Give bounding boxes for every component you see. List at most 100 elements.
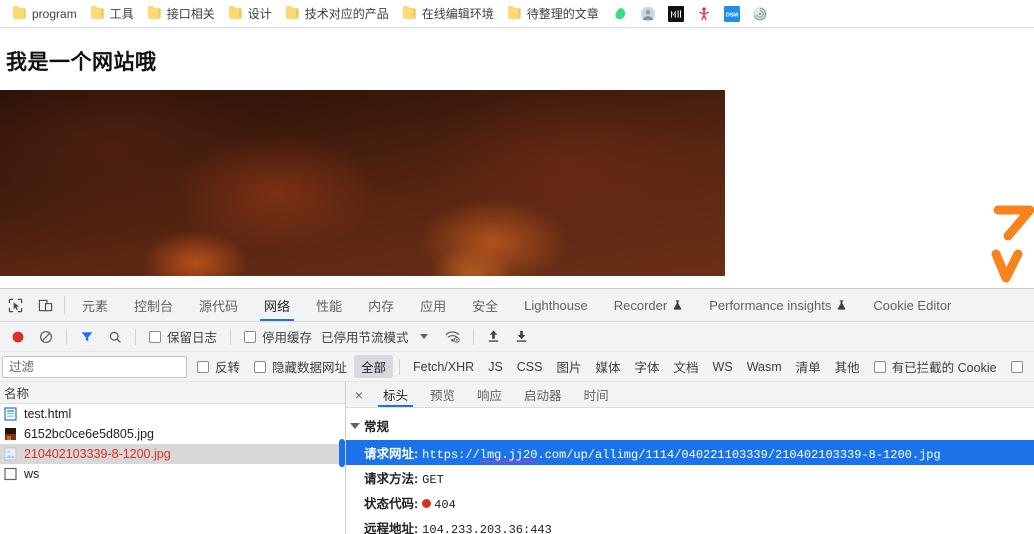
toolbar-divider (472, 328, 474, 345)
request-detail-pane: × 标头 预览 响应 启动器 时间 常规 请求网址: https://lmg.j… (346, 382, 1034, 534)
checkbox-label: 反转 (215, 361, 241, 375)
tab-performance-insights[interactable]: Performance insights (696, 289, 860, 321)
svg-text:DSM: DSM (726, 12, 738, 18)
field-key: 状态代码: (364, 497, 419, 511)
filter-type-css[interactable]: CSS (510, 358, 550, 376)
tab-sources[interactable]: 源代码 (186, 289, 251, 321)
request-name: 210402103339-8-1200.jpg (24, 447, 171, 461)
bookmark-folder-tech-products[interactable]: 技术对应的产品 (279, 2, 396, 25)
filter-type-all[interactable]: 全部 (354, 355, 394, 378)
chevron-down-icon[interactable] (419, 334, 428, 339)
tab-label: Performance insights (709, 297, 832, 313)
filter-type-other[interactable]: 其他 (828, 355, 867, 378)
preserve-log-checkbox[interactable]: 保留日志 (142, 327, 224, 346)
clear-icon (39, 330, 53, 343)
tab-security[interactable]: 安全 (459, 289, 511, 321)
medium-m-icon (667, 5, 684, 22)
headers-content: 常规 请求网址: https://lmg.jj20.com/up/allimg/… (346, 408, 1034, 534)
bookmark-shortcut-avatar[interactable] (634, 3, 662, 25)
tab-headers[interactable]: 标头 (372, 382, 419, 407)
tab-performance[interactable]: 性能 (303, 289, 355, 321)
bookmark-shortcut-spiral[interactable] (746, 3, 774, 25)
disable-cache-checkbox[interactable]: 停用缓存 (237, 327, 319, 346)
import-har-icon (488, 330, 499, 342)
table-row[interactable]: test.html (0, 404, 345, 424)
table-row[interactable]: 210402103339-8-1200.jpg (0, 444, 345, 464)
bookmark-shortcut-medium[interactable] (662, 3, 690, 25)
page-title: 我是一个网站哦 (6, 51, 157, 74)
tab-label: 性能 (316, 298, 343, 314)
folder-icon (402, 5, 416, 19)
record-button[interactable] (4, 325, 32, 349)
bookmark-folder-articles[interactable]: 待整理的文章 (501, 2, 606, 25)
dsm-icon: DSM (723, 5, 740, 22)
table-row[interactable]: ws (0, 464, 345, 484)
table-row[interactable]: 6152bc0ce6e5d805.jpg (0, 424, 345, 444)
bookmark-folder-online-editors[interactable]: 在线编辑环境 (396, 2, 501, 25)
bookmark-label: 设计 (247, 7, 272, 21)
hide-data-urls-checkbox[interactable]: 隐藏数据网址 (247, 357, 354, 376)
filter-type-manifest[interactable]: 清单 (789, 355, 828, 378)
document-file-icon (4, 407, 17, 421)
checkbox-label: 保留日志 (167, 331, 218, 345)
field-request-method: 请求方法: GET (346, 465, 1034, 490)
filter-type-js[interactable]: JS (481, 358, 510, 376)
filter-toggle-button[interactable] (73, 325, 101, 349)
bookmark-shortcut-red-figure[interactable] (690, 3, 718, 25)
export-har-button[interactable] (508, 325, 536, 349)
tab-timing[interactable]: 时间 (573, 382, 620, 407)
tab-memory[interactable]: 内存 (355, 289, 407, 321)
filter-type-doc[interactable]: 文档 (667, 355, 706, 378)
filter-icon (81, 331, 93, 341)
tab-application[interactable]: 应用 (407, 289, 459, 321)
network-conditions-button[interactable] (439, 325, 467, 349)
search-button[interactable] (101, 325, 129, 349)
checkbox-label: 停用缓存 (262, 331, 313, 345)
close-detail-button[interactable]: × (346, 382, 372, 407)
blocked-cookies-checkbox[interactable]: 有已拦截的 Cookie (867, 357, 1004, 376)
tab-recorder[interactable]: Recorder (601, 289, 696, 321)
filter-type-img[interactable]: 图片 (549, 355, 588, 378)
experiment-flask-icon (838, 300, 846, 310)
field-request-url[interactable]: 请求网址: https://lmg.jj20.com/up/allimg/111… (346, 440, 1034, 465)
network-conditions-icon (445, 331, 460, 343)
hero-image-container (0, 90, 725, 276)
throttling-label[interactable]: 已停用节流模式 (319, 327, 409, 346)
tab-network[interactable]: 网络 (251, 289, 303, 321)
invert-filter-checkbox[interactable]: 反转 (190, 357, 247, 376)
tab-initiator[interactable]: 启动器 (513, 382, 573, 407)
tab-label: 控制台 (134, 298, 174, 314)
tab-response[interactable]: 响应 (466, 382, 513, 407)
web-page-content: 我是一个网站哦 (0, 28, 1034, 288)
devtools-tabbar: 元素 控制台 源代码 网络 性能 内存 应用 安全 Lighthouse Rec… (0, 289, 1034, 322)
filter-type-media[interactable]: 媒体 (589, 355, 628, 378)
bookmark-folder-design[interactable]: 设计 (222, 2, 279, 25)
general-section-header[interactable]: 常规 (346, 414, 1034, 440)
filter-type-ws[interactable]: WS (706, 358, 740, 376)
network-split-view: 名称 test.html 6152bc0ce6e5d805.jpg 210402… (0, 382, 1034, 534)
request-list-scrollbar[interactable] (339, 439, 345, 467)
checkbox-box (244, 330, 257, 343)
filter-type-wasm[interactable]: Wasm (740, 358, 789, 376)
bookmark-folder-tools[interactable]: 工具 (84, 2, 141, 25)
import-har-button[interactable] (480, 325, 508, 349)
bookmark-label: 待整理的文章 (526, 7, 599, 21)
clear-button[interactable] (32, 325, 60, 349)
tab-elements[interactable]: 元素 (69, 289, 121, 321)
bookmark-folder-program[interactable]: program (6, 4, 84, 24)
tab-cookie-editor[interactable]: Cookie Editor (860, 289, 964, 321)
tab-preview[interactable]: 预览 (419, 382, 466, 407)
tab-console[interactable]: 控制台 (121, 289, 186, 321)
bookmark-folder-api[interactable]: 接口相关 (141, 2, 222, 25)
bookmark-shortcut-leaf[interactable] (606, 3, 634, 25)
blocked-requests-checkbox[interactable] (1004, 360, 1030, 373)
tab-lighthouse[interactable]: Lighthouse (511, 289, 601, 321)
folder-icon (228, 5, 242, 19)
websocket-icon (4, 467, 17, 481)
inspect-element-button[interactable] (0, 289, 30, 321)
bookmark-shortcut-dsm[interactable]: DSM (718, 3, 746, 25)
filter-type-font[interactable]: 字体 (628, 355, 667, 378)
filter-input[interactable] (2, 355, 187, 378)
device-toolbar-button[interactable] (30, 289, 60, 321)
filter-type-fetch-xhr[interactable]: Fetch/XHR (406, 358, 481, 376)
